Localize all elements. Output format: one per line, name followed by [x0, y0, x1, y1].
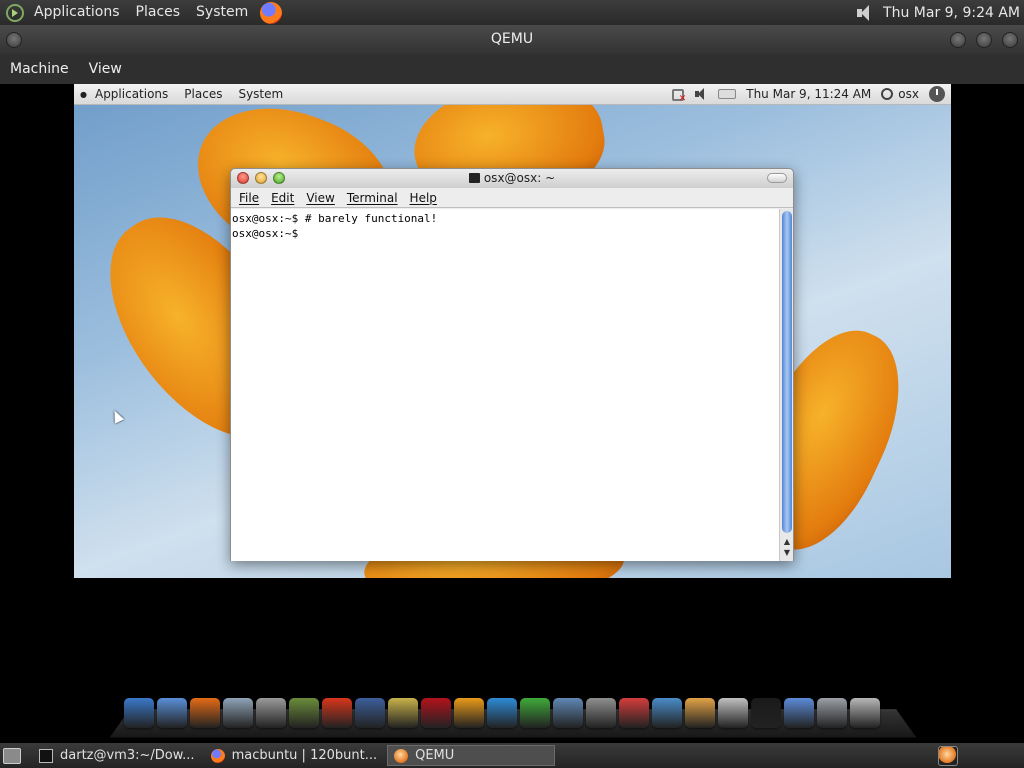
- mail-stamp-icon[interactable]: [223, 698, 253, 728]
- toolbar-toggle-icon[interactable]: [767, 173, 787, 183]
- distro-logo-icon[interactable]: [6, 3, 24, 22]
- guest-menu-bullet-icon: ●: [80, 89, 87, 99]
- font-book-icon[interactable]: [685, 698, 715, 728]
- disc-icon[interactable]: [586, 698, 616, 728]
- host-clock[interactable]: Thu Mar 9, 9:24 AM: [883, 5, 1024, 21]
- terminal-line: osx@osx:~$ # barely functional!: [232, 212, 438, 225]
- firefox-icon[interactable]: [190, 698, 220, 728]
- terminal-line: osx@osx:~$: [232, 227, 305, 240]
- host-tray: Thu Mar 9, 9:24 AM: [855, 4, 1024, 22]
- mouse-pointer-icon: [109, 408, 125, 424]
- guest-user-menu[interactable]: osx: [881, 87, 919, 101]
- system-prefs-icon[interactable]: [817, 698, 847, 728]
- scroll-down-icon[interactable]: ▼: [781, 548, 793, 558]
- qemu-titlebar[interactable]: QEMU: [0, 25, 1024, 54]
- taskbar-item-firefox[interactable]: macbuntu | 120bunt...: [205, 745, 384, 766]
- p-letter-icon[interactable]: [454, 698, 484, 728]
- taskbar-item-label: QEMU: [415, 748, 455, 763]
- user-group-icon[interactable]: [784, 698, 814, 728]
- terminal-menubar: File Edit View Terminal Help: [231, 188, 793, 208]
- w-letter-icon[interactable]: [487, 698, 517, 728]
- host-menu-system[interactable]: System: [188, 0, 256, 25]
- terminal-maximize-icon[interactable]: [273, 172, 285, 184]
- close-icon[interactable]: [1002, 32, 1018, 48]
- tray-qemu-icon[interactable]: [938, 746, 958, 766]
- guest-top-panel: ● Applications Places System Thu Mar 9, …: [74, 84, 951, 105]
- firefox-launcher-icon[interactable]: [260, 1, 283, 24]
- anchor-icon[interactable]: [124, 698, 154, 728]
- qemu-menu-view[interactable]: View: [79, 61, 132, 77]
- window-menu-icon[interactable]: [6, 32, 22, 48]
- guest-menu-places[interactable]: Places: [176, 87, 230, 101]
- taskbar-item-label: dartz@vm3:~/Dow...: [60, 748, 195, 763]
- terminal-title: osx@osx: ~: [483, 171, 556, 185]
- burner-icon[interactable]: [322, 698, 352, 728]
- terminal-minimize-icon[interactable]: [255, 172, 267, 184]
- finder-icon[interactable]: [157, 698, 187, 728]
- dock: [124, 698, 880, 734]
- guest-username: osx: [898, 87, 919, 101]
- guest-clock[interactable]: Thu Mar 9, 11:24 AM: [746, 87, 871, 101]
- utility-icon[interactable]: [718, 698, 748, 728]
- volume-icon[interactable]: [855, 4, 875, 22]
- guest-menu-system[interactable]: System: [230, 87, 291, 101]
- maximize-icon[interactable]: [976, 32, 992, 48]
- blocks-icon[interactable]: [619, 698, 649, 728]
- scroll-up-icon[interactable]: ▲: [781, 537, 793, 547]
- terminal-menu-edit[interactable]: Edit: [265, 191, 300, 205]
- terminal-titlebar[interactable]: osx@osx: ~: [231, 169, 793, 188]
- host-top-panel: Applications Places System Thu Mar 9, 9:…: [0, 0, 1024, 25]
- terminal-close-icon[interactable]: [237, 172, 249, 184]
- monitor-icon[interactable]: [652, 698, 682, 728]
- terminal-title-icon: [468, 173, 480, 183]
- user-icon: [881, 88, 894, 100]
- qemu-icon: [394, 748, 409, 763]
- terminal-output[interactable]: osx@osx:~$ # barely functional! osx@osx:…: [231, 209, 780, 561]
- k-letter-icon[interactable]: [520, 698, 550, 728]
- taskbar-item-label: macbuntu | 120bunt...: [231, 748, 378, 763]
- network-icon[interactable]: [553, 698, 583, 728]
- trash-icon[interactable]: [850, 698, 880, 728]
- host-menu-places[interactable]: Places: [128, 0, 189, 25]
- minimize-icon[interactable]: [950, 32, 966, 48]
- network-disconnected-icon[interactable]: [670, 87, 686, 104]
- book-icon[interactable]: [421, 698, 451, 728]
- photo-icon[interactable]: [289, 698, 319, 728]
- terminal-window[interactable]: osx@osx: ~ File Edit View Terminal Help …: [230, 168, 794, 561]
- terminal-menu-file[interactable]: File: [233, 191, 265, 205]
- host-menu-applications[interactable]: Applications: [26, 0, 128, 25]
- terminal-menu-view[interactable]: View: [300, 191, 340, 205]
- guest-tray: Thu Mar 9, 11:24 AM osx: [670, 86, 951, 104]
- microphone-icon[interactable]: [256, 698, 286, 728]
- show-desktop-icon[interactable]: [3, 747, 21, 764]
- scrollbar-thumb[interactable]: [782, 211, 792, 533]
- firefox-icon: [210, 748, 225, 763]
- terminal-icon: [39, 748, 53, 763]
- host-bottom-panel: dartz@vm3:~/Dow... macbuntu | 120bunt...…: [0, 743, 1024, 768]
- guest-menu-applications[interactable]: Applications: [87, 87, 176, 101]
- qemu-menu-machine[interactable]: Machine: [0, 61, 79, 77]
- qemu-window-title: QEMU: [490, 31, 534, 47]
- taskbar-item-terminal[interactable]: dartz@vm3:~/Dow...: [33, 745, 201, 766]
- clapper-icon[interactable]: [355, 698, 385, 728]
- star-icon[interactable]: [388, 698, 418, 728]
- terminal-icon[interactable]: [751, 698, 781, 728]
- terminal-scrollbar[interactable]: ▲ ▼: [779, 209, 793, 561]
- qemu-menubar: Machine View: [0, 54, 1024, 84]
- power-icon[interactable]: [929, 86, 945, 102]
- terminal-menu-terminal[interactable]: Terminal: [341, 191, 404, 205]
- keyboard-icon[interactable]: [718, 89, 737, 99]
- guest-screen[interactable]: ● Applications Places System Thu Mar 9, …: [74, 84, 951, 578]
- taskbar-item-qemu[interactable]: QEMU: [387, 745, 556, 766]
- terminal-menu-help[interactable]: Help: [404, 191, 443, 205]
- guest-volume-icon[interactable]: [694, 87, 708, 101]
